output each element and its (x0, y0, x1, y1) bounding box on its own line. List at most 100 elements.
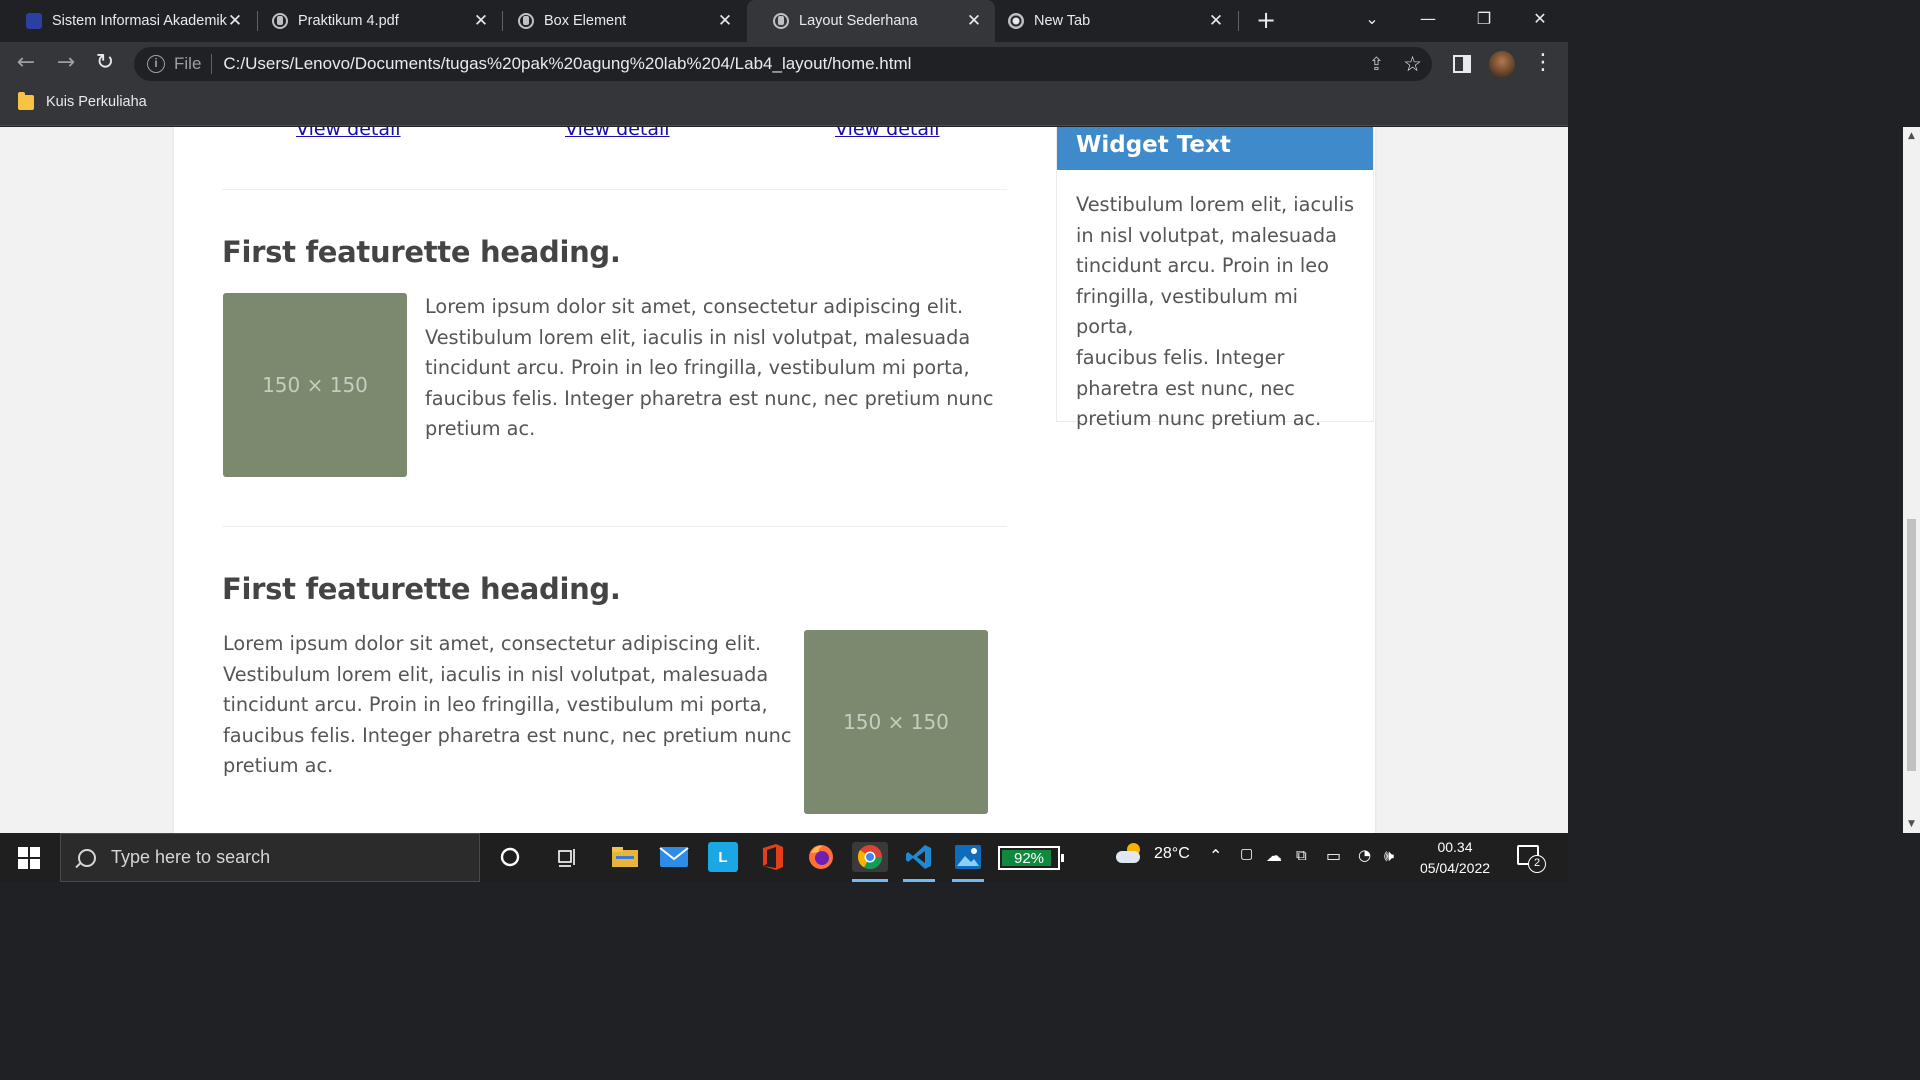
close-icon[interactable]: ✕ (1207, 12, 1225, 30)
task-view-icon[interactable] (553, 842, 583, 872)
info-icon[interactable]: i (147, 55, 165, 73)
close-icon[interactable]: ✕ (965, 12, 983, 30)
globe-icon (773, 13, 789, 29)
lms-app-icon[interactable]: L (708, 842, 738, 872)
forward-arrow-icon[interactable]: → (52, 50, 80, 78)
scrollbar-thumb[interactable] (1907, 519, 1916, 771)
text-line: faucibus felis. Integer (1076, 345, 1285, 369)
featurette-heading: First featurette heading. (222, 572, 621, 606)
bookmark-kuis[interactable]: Kuis Perkuliaha (18, 91, 147, 110)
close-window-button[interactable]: ✕ (1512, 0, 1568, 42)
minimize-button[interactable]: — (1400, 0, 1456, 42)
system-clock[interactable]: 00.34 05/04/2022 (1410, 837, 1500, 879)
view-detail-link[interactable]: View detail (296, 127, 401, 140)
share-icon[interactable]: ⇪ (1369, 54, 1384, 75)
tab-sistem-informasi[interactable]: Sistem Informasi Akademik ✕ (0, 0, 256, 42)
tab-new-tab[interactable]: New Tab ✕ (982, 0, 1237, 42)
reload-icon[interactable]: ↻ (91, 50, 119, 78)
taskbar-search[interactable]: Type here to search (60, 833, 480, 882)
display-icon[interactable]: ⧉ (1296, 846, 1307, 864)
clock-time: 00.34 (1437, 839, 1473, 855)
placeholder-image: 150 × 150 (223, 293, 407, 477)
wifi-icon[interactable]: ◔ (1358, 846, 1371, 864)
text-line: Lorem ipsum dolor sit amet, consectetur … (223, 632, 762, 655)
text-line: faucibus felis. Integer pharetra est nun… (223, 723, 792, 747)
search-icon (78, 848, 96, 867)
running-app-indicator (903, 879, 935, 882)
text-line: Vestibulum lorem elit, iaculis in nisl v… (223, 662, 769, 686)
url-text[interactable]: C:/Users/Lenovo/Documents/tugas%20pak%20… (223, 54, 911, 74)
browser-toolbar: ← → ↻ i File C:/Users/Lenovo/Documents/t… (0, 42, 1568, 86)
chevron-up-icon[interactable]: ⌃ (1209, 846, 1222, 865)
profile-avatar[interactable] (1489, 51, 1515, 77)
chrome-taskbar-icon[interactable] (852, 842, 888, 872)
volume-icon[interactable]: 🕪 (1384, 846, 1394, 866)
sidebar-widget: Widget Text Vestibulum lorem elit, iacul… (1056, 127, 1374, 430)
onedrive-cloud-icon[interactable]: ☁ (1266, 846, 1282, 865)
text-line: tincidunt arcu. Proin in leo fringilla, … (425, 356, 970, 380)
text-line: pretium ac. (425, 417, 536, 441)
meet-now-icon[interactable]: ▢ (1240, 846, 1253, 862)
cortana-icon[interactable] (495, 842, 525, 872)
vscode-icon[interactable] (904, 842, 934, 872)
folder-icon (18, 91, 34, 110)
text-line: Vestibulum lorem elit, iaculis in nisl v… (425, 325, 971, 349)
vertical-scrollbar[interactable]: ▲ ▼ (1903, 127, 1920, 833)
placeholder-label: 150 × 150 (843, 710, 949, 734)
notification-icon[interactable]: 2 (1517, 845, 1546, 873)
text-line: faucibus felis. Integer pharetra est nun… (425, 386, 994, 410)
side-panel-icon[interactable] (1453, 55, 1471, 73)
widget-body: Vestibulum lorem elit, iaculis in nisl v… (1057, 170, 1373, 435)
text-line: pharetra est nunc, nec (1076, 376, 1295, 400)
back-arrow-icon[interactable]: ← (12, 50, 40, 78)
page-container: View detail View detail View detail Firs… (174, 127, 1375, 833)
close-icon[interactable]: ✕ (472, 12, 490, 30)
tab-separator (1238, 11, 1239, 31)
text-line: in nisl volutpat, malesuada (1076, 223, 1337, 247)
windows-start-icon[interactable] (18, 847, 40, 869)
windows-taskbar: Type here to search L 92% 28°C ⌃ ▢ ☁ ⧉ ▭ (0, 833, 1568, 882)
active-app-indicator (852, 879, 888, 882)
mail-icon[interactable] (659, 842, 689, 872)
menu-kebab-icon[interactable]: ⋮ (1532, 49, 1554, 77)
tab-praktikum[interactable]: Praktikum 4.pdf ✕ (246, 0, 502, 42)
text-line: fringilla, vestibulum mi porta, (1076, 284, 1298, 339)
address-divider (211, 54, 213, 74)
tab-layout-sederhana[interactable]: Layout Sederhana ✕ (747, 0, 995, 42)
weather-widget[interactable]: 28°C (1116, 843, 1190, 865)
university-icon (26, 13, 42, 29)
new-tab-button[interactable]: + (1254, 8, 1278, 33)
globe-icon (272, 13, 288, 29)
tab-box-element[interactable]: Box Element ✕ (492, 0, 746, 42)
bookmark-star-icon[interactable]: ☆ (1403, 52, 1422, 77)
close-icon[interactable]: ✕ (226, 12, 244, 30)
scroll-down-arrow-icon[interactable]: ▼ (1906, 819, 1917, 829)
battery-tray-icon[interactable]: ▭ (1326, 846, 1341, 865)
text-line: tincidunt arcu. Proin in leo fringilla, … (223, 693, 768, 717)
globe-icon (518, 13, 534, 29)
search-placeholder: Type here to search (111, 847, 271, 867)
temperature: 28°C (1154, 845, 1190, 862)
clock-date: 05/04/2022 (1419, 860, 1491, 876)
firefox-icon[interactable] (806, 842, 836, 872)
restore-button[interactable]: ❐ (1456, 0, 1512, 42)
office-icon[interactable] (758, 842, 788, 872)
tab-search-button[interactable]: ⌄ (1344, 0, 1400, 42)
view-detail-link[interactable]: View detail (565, 127, 670, 140)
view-detail-link[interactable]: View detail (835, 127, 940, 140)
close-icon[interactable]: ✕ (716, 12, 734, 30)
page-viewport: View detail View detail View detail Firs… (0, 127, 1568, 833)
text-line: Vestibulum lorem elit, iaculis (1076, 193, 1355, 216)
placeholder-image: 150 × 150 (804, 630, 988, 814)
text-line: Lorem ipsum dolor sit amet, consectetur … (425, 295, 964, 318)
widget-title: Widget Text (1057, 127, 1373, 170)
photos-icon[interactable] (953, 842, 983, 872)
window-controls: ⌄ — ❐ ✕ (1344, 0, 1568, 42)
address-bar[interactable]: i File C:/Users/Lenovo/Documents/tugas%2… (134, 47, 1432, 81)
bookmarks-bar: Kuis Perkuliaha (0, 86, 1568, 126)
scroll-up-arrow-icon[interactable]: ▲ (1906, 131, 1917, 141)
featurette-heading: First featurette heading. (222, 235, 621, 269)
battery-indicator[interactable]: 92% (998, 846, 1064, 870)
file-explorer-icon[interactable] (610, 842, 640, 872)
divider (222, 189, 1007, 190)
